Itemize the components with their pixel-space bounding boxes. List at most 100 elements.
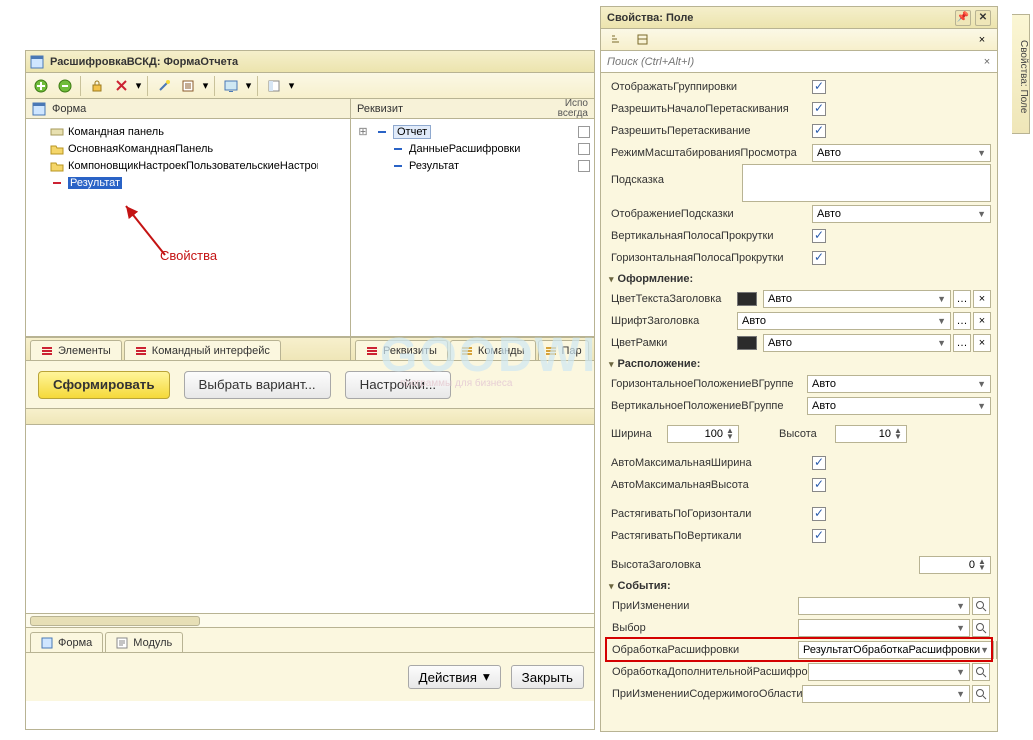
checkbox[interactable]: [812, 229, 826, 243]
requisites-tree[interactable]: ⊞ Отчет ДанныеРасшифровки Результат: [351, 119, 594, 336]
tab-requisites[interactable]: Реквизиты: [355, 340, 448, 360]
section-layout[interactable]: ▾Расположение:: [607, 354, 991, 372]
separator: [80, 76, 82, 96]
clear-search-button[interactable]: ×: [977, 56, 997, 68]
dropdown-icon[interactable]: ▾: [287, 79, 296, 92]
select[interactable]: Авто▼: [763, 334, 951, 352]
event-select[interactable]: ▼: [798, 597, 970, 615]
tab-label: Команды: [478, 341, 525, 361]
magnifier-button[interactable]: [972, 685, 990, 703]
event-select[interactable]: РезультатОбработкаРасшифровки▼: [798, 641, 994, 659]
close-button[interactable]: Закрыть: [511, 665, 584, 689]
tab-cmd-interface[interactable]: Командный интерфейс: [124, 340, 281, 360]
properties-search-input[interactable]: [601, 52, 977, 72]
layout-button[interactable]: [263, 75, 285, 97]
sort-button[interactable]: [605, 29, 627, 51]
ellipsis-button[interactable]: …: [953, 290, 971, 308]
properties-title: Свойства: Поле: [607, 12, 693, 24]
tree-item[interactable]: Командная панель: [30, 123, 346, 140]
clear-button[interactable]: ×: [973, 312, 991, 330]
properties-toolbar: ×: [601, 29, 997, 51]
wand-button[interactable]: [153, 75, 175, 97]
tree-item[interactable]: ⊞ Отчет: [355, 123, 590, 140]
dropdown-icon[interactable]: ▾: [201, 79, 210, 92]
prop-label: ОтображениеПодсказки: [607, 208, 812, 220]
tab-form[interactable]: Форма: [30, 632, 103, 652]
event-select[interactable]: ▼: [798, 619, 970, 637]
checkbox[interactable]: [812, 507, 826, 521]
stack-icon: [135, 345, 147, 357]
clear-button[interactable]: ×: [973, 334, 991, 352]
add-group-button[interactable]: [54, 75, 76, 97]
elements-tree-header: Форма: [52, 99, 86, 119]
section-events[interactable]: ▾События:: [607, 576, 991, 594]
select[interactable]: Авто▼: [807, 375, 991, 393]
tab-elements[interactable]: Элементы: [30, 340, 122, 360]
properties-panel: Свойства: Поле 📌 ✕ × × ОтображатьГруппир…: [600, 6, 998, 732]
tree-item[interactable]: ДанныеРасшифровки: [355, 140, 590, 157]
tab-params[interactable]: Пар: [538, 340, 589, 360]
magnifier-button[interactable]: [972, 597, 990, 615]
checkbox[interactable]: [812, 456, 826, 470]
clear-button[interactable]: ×: [973, 290, 991, 308]
prop-row: РастягиватьПоГоризонтали: [607, 503, 991, 524]
prop-label: ЦветТекстаЗаголовка: [607, 293, 737, 305]
magnifier-button[interactable]: [972, 619, 990, 637]
list-button[interactable]: [177, 75, 199, 97]
side-flap[interactable]: Свойства: Поле: [1012, 14, 1030, 134]
variant-button[interactable]: Выбрать вариант...: [184, 371, 331, 399]
tree-item[interactable]: Результат: [355, 157, 590, 174]
select[interactable]: Авто▼: [807, 397, 991, 415]
tab-module[interactable]: Модуль: [105, 632, 183, 652]
form-editor-window: РасшифровкаВСКД: ФормаОтчета ▾ ▾ ▾ ▾ Фор…: [25, 50, 595, 730]
event-select[interactable]: ▼: [808, 663, 970, 681]
checkbox[interactable]: [812, 124, 826, 138]
select[interactable]: Авто▼: [812, 144, 991, 162]
event-select[interactable]: ▼: [802, 685, 970, 703]
properties-search[interactable]: ×: [601, 51, 997, 73]
height-input[interactable]: 10▲▼: [835, 425, 907, 443]
tree-item[interactable]: Результат: [30, 174, 346, 191]
prop-row: ВертикальноеПоложениеВГруппе Авто▼: [607, 395, 991, 416]
textarea[interactable]: [742, 164, 991, 202]
header-height-input[interactable]: 0▲▼: [919, 556, 991, 574]
help-button[interactable]: ×: [971, 29, 993, 51]
close-button[interactable]: ✕: [975, 10, 991, 26]
actions-button[interactable]: Действия▾: [408, 665, 501, 689]
checkbox[interactable]: [812, 80, 826, 94]
settings-button[interactable]: Настройки...: [345, 371, 451, 399]
properties-body[interactable]: ОтображатьГруппировки РазрешитьНачалоПер…: [601, 73, 997, 731]
h-scrollbar[interactable]: [26, 613, 594, 627]
magnifier-button[interactable]: [972, 663, 990, 681]
width-input[interactable]: 100▲▼: [667, 425, 739, 443]
section-style[interactable]: ▾Оформление:: [607, 269, 991, 287]
ellipsis-button[interactable]: …: [953, 312, 971, 330]
checkbox[interactable]: [812, 102, 826, 116]
tab-commands[interactable]: Команды: [450, 340, 536, 360]
add-button[interactable]: [30, 75, 52, 97]
checkbox[interactable]: [812, 529, 826, 543]
dropdown-icon[interactable]: ▾: [244, 79, 253, 92]
tree-item-label: ДанныеРасшифровки: [409, 143, 520, 155]
elements-tree[interactable]: Командная панель ОсновнаяКоманднаяПанель…: [26, 119, 350, 336]
select[interactable]: Авто▼: [812, 205, 991, 223]
magnifier-button[interactable]: [996, 641, 997, 659]
lock-button[interactable]: [86, 75, 108, 97]
spreadsheet-area[interactable]: [26, 409, 594, 627]
delete-button[interactable]: [110, 75, 132, 97]
spreadsheet[interactable]: [26, 425, 594, 613]
ellipsis-button[interactable]: …: [953, 334, 971, 352]
tree-item[interactable]: ОсновнаяКоманднаяПанель: [30, 140, 346, 157]
prop-row: Подсказка: [607, 164, 991, 202]
generate-button[interactable]: Сформировать: [38, 371, 170, 399]
checkbox[interactable]: [812, 478, 826, 492]
preview-button[interactable]: [220, 75, 242, 97]
select[interactable]: Авто▼: [737, 312, 951, 330]
prop-row: РазрешитьПеретаскивание: [607, 120, 991, 141]
pin-button[interactable]: 📌: [955, 10, 971, 26]
categories-button[interactable]: [631, 29, 653, 51]
tree-item[interactable]: КомпоновщикНастроекПользовательскиеНастр…: [30, 157, 346, 174]
checkbox[interactable]: [812, 251, 826, 265]
dropdown-icon[interactable]: ▾: [134, 79, 143, 92]
select[interactable]: Авто▼: [763, 290, 951, 308]
